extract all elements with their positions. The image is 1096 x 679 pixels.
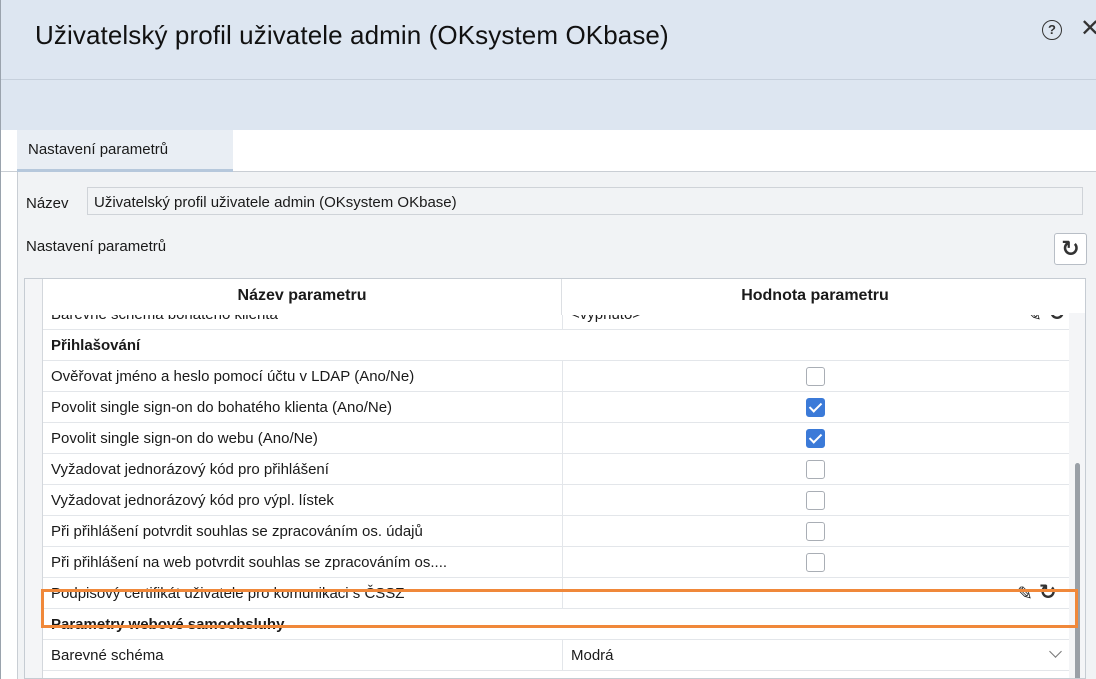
grid-rows: Barevné schéma bohatého klienta <vypnuto…	[43, 313, 1069, 671]
parameters-grid: Název parametru Hodnota parametru Barevn…	[24, 278, 1086, 679]
param-name: Povolit single sign-on do bohatého klien…	[51, 399, 393, 416]
param-name: Při přihlášení na web potvrdit souhlas s…	[51, 554, 448, 571]
parameters-section-label: Nastavení parametrů	[26, 238, 167, 255]
group-row-webova-samoobsluha[interactable]: Parametry webové samoobsluhy	[43, 609, 1069, 640]
param-name: Povolit single sign-on do webu (Ano/Ne)	[51, 430, 318, 447]
name-field[interactable]: Uživatelský profil uživatele admin (OKsy…	[87, 187, 1083, 215]
param-value-cell[interactable]	[562, 392, 1069, 422]
param-name: Vyžadovat jednorázový kód pro přihlášení	[51, 461, 329, 478]
table-row[interactable]: Vyžadovat jednorázový kód pro přihlášení	[43, 454, 1069, 485]
table-row[interactable]: Vyžadovat jednorázový kód pro výpl. líst…	[43, 485, 1069, 516]
param-name: Při přihlášení potvrdit souhlas se zprac…	[51, 523, 423, 540]
table-row[interactable]: Povolit single sign-on do bohatého klien…	[43, 392, 1069, 423]
table-row[interactable]: Barevné schéma bohatého klienta <vypnuto…	[43, 313, 1069, 330]
refresh-icon[interactable]: ↻	[1039, 580, 1057, 605]
help-icon[interactable]: ?	[1042, 20, 1062, 40]
title-divider	[1, 79, 1096, 80]
param-value-cell[interactable]: <vypnuto> ✎ ↻	[562, 313, 1069, 329]
refresh-parameters-button[interactable]: ↻	[1054, 233, 1087, 265]
group-label: Parametry webové samoobsluhy	[51, 616, 285, 633]
table-row[interactable]: Ověřovat jméno a heslo pomocí účtu v LDA…	[43, 361, 1069, 392]
checkbox-checked[interactable]	[806, 398, 825, 417]
pencil-icon[interactable]: ✎	[1026, 313, 1042, 327]
dialog-title: Uživatelský profil uživatele admin (OKsy…	[35, 20, 669, 50]
param-name: Barevné schéma	[51, 647, 164, 664]
table-row[interactable]: Při přihlášení potvrdit souhlas se zprac…	[43, 516, 1069, 547]
checkbox[interactable]	[806, 553, 825, 572]
table-row[interactable]: Povolit single sign-on do webu (Ano/Ne)	[43, 423, 1069, 454]
param-value-cell[interactable]	[562, 485, 1069, 515]
group-label: Přihlašování	[51, 337, 141, 354]
group-row-prihlasovani[interactable]: Přihlašování	[43, 330, 1069, 361]
checkbox[interactable]	[806, 491, 825, 510]
param-value-cell[interactable]	[562, 547, 1069, 577]
param-value-cell[interactable]: ✎ ↻	[562, 578, 1069, 608]
dropdown-value: Modrá	[571, 647, 614, 664]
table-row-certificate[interactable]: Podpisový certifikát uživatele pro komun…	[43, 578, 1069, 609]
tab-strip: Nastavení parametrů	[1, 130, 1096, 172]
grid-header: Název parametru Hodnota parametru	[43, 279, 1069, 315]
checkbox[interactable]	[806, 522, 825, 541]
param-value-cell[interactable]	[562, 361, 1069, 391]
close-icon[interactable]: ✕	[1080, 14, 1096, 43]
table-row[interactable]: Při přihlášení na web potvrdit souhlas s…	[43, 547, 1069, 578]
table-row[interactable]: Barevné schéma Modrá	[43, 640, 1069, 671]
column-header-value[interactable]: Hodnota parametru	[561, 287, 1069, 305]
checkbox-checked[interactable]	[806, 429, 825, 448]
name-label: Název	[26, 195, 69, 212]
title-bar: Uživatelský profil uživatele admin (OKsy…	[1, 0, 1096, 130]
profile-dialog: Uživatelský profil uživatele admin (OKsy…	[0, 0, 1096, 679]
vertical-scrollbar[interactable]	[1069, 313, 1085, 678]
param-value-cell[interactable]	[562, 454, 1069, 484]
checkbox[interactable]	[806, 367, 825, 386]
param-name: Vyžadovat jednorázový kód pro výpl. líst…	[51, 492, 334, 509]
param-value-dropdown[interactable]: Modrá	[562, 640, 1069, 670]
param-name: Podpisový certifikát uživatele pro komun…	[51, 585, 405, 602]
chevron-down-icon[interactable]	[1049, 645, 1062, 658]
tab-nastaveni-parametru[interactable]: Nastavení parametrů	[17, 130, 233, 172]
param-name: Ověřovat jméno a heslo pomocí účtu v LDA…	[51, 368, 415, 385]
pencil-icon[interactable]: ✎	[1017, 583, 1033, 606]
param-value-cell[interactable]	[562, 423, 1069, 453]
param-value-cell[interactable]	[562, 516, 1069, 546]
scrollbar-thumb[interactable]	[1075, 463, 1080, 678]
checkbox[interactable]	[806, 460, 825, 479]
row-indicator-strip	[25, 279, 43, 678]
column-header-name[interactable]: Název parametru	[43, 287, 561, 305]
